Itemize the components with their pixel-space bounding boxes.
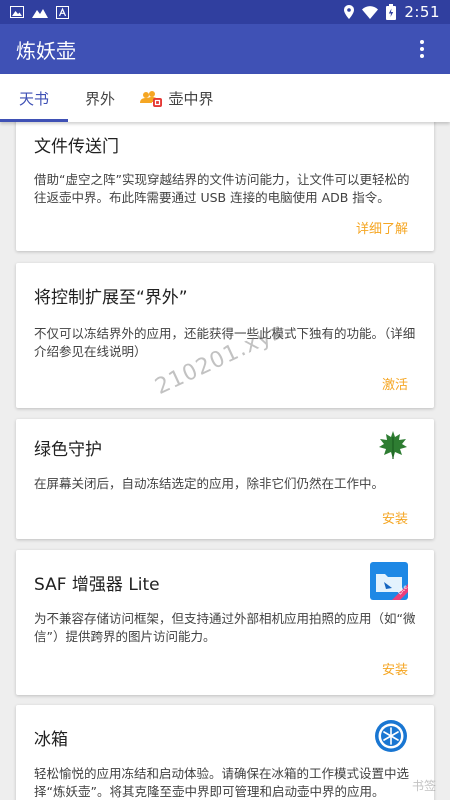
app-bar: 炼妖壶 (0, 24, 450, 74)
tab-jiewai[interactable]: 界外 (68, 74, 132, 122)
card-description: 借助“虚空之阵”实现穿越结界的文件访问能力，让文件可以更轻松的往返壶中界。布此阵… (34, 172, 410, 205)
app-title: 炼妖壶 (16, 38, 76, 63)
saf-folder-icon: Lite (370, 562, 409, 604)
tab-label: 壶中界 (168, 89, 214, 108)
more-vertical-icon[interactable] (410, 31, 434, 67)
snowflake-icon (374, 719, 408, 757)
tab-tianshu[interactable]: 天书 (0, 74, 68, 122)
card-file-portal: 文件传送门 借助“虚空之阵”实现穿越结界的文件访问能力，让文件可以更轻松的往返壶… (16, 122, 434, 251)
learn-more-button[interactable]: 详细了解 (356, 218, 408, 237)
tab-label: 天书 (18, 89, 49, 108)
battery-icon (386, 4, 397, 20)
card-description: 在屏幕关闭后，自动冻结选定的应用，除非它们仍然在工作中。 (34, 476, 385, 491)
card-title: 将控制扩展至“界外” (34, 288, 188, 308)
card-title: 冰箱 (34, 730, 68, 750)
location-icon (344, 5, 355, 19)
card-ice-box: 冰箱 轻松愉悦的应用冻结和启动体验。请确保在冰箱的工作模式设置中选择“炼妖壶”。… (16, 705, 434, 800)
corner-watermark: 书签 (411, 779, 436, 793)
card-title: SAF 增强器 Lite (34, 575, 160, 595)
install-saf-button[interactable]: 安装 (382, 659, 408, 678)
card-saf-enhancer: SAF 增强器 Lite Lite 为不兼容存储访问框架，但支持通过外部相机应用… (16, 550, 434, 695)
tab-huzhongjie[interactable]: 壶中界 (132, 74, 222, 122)
card-greenify: 绿色守护 在屏幕关闭后，自动冻结选定的应用，除非它们仍然在工作中。 安装 (16, 419, 434, 539)
install-greenify-button[interactable]: 安装 (382, 508, 408, 527)
tab-bar: 天书 界外 壶中界 (0, 74, 450, 122)
card-title: 绿色守护 (34, 440, 102, 460)
font-icon (56, 5, 69, 19)
image-icon (10, 6, 24, 18)
card-title: 文件传送门 (34, 137, 119, 157)
card-description: 轻松愉悦的应用冻结和启动体验。请确保在冰箱的工作模式设置中选择“炼妖壶”。将其克… (34, 766, 410, 799)
activate-button[interactable]: 激活 (382, 374, 408, 393)
mountain-icon (32, 6, 48, 18)
card-description: 为不兼容存储访问框架，但支持通过外部相机应用拍照的应用（如“微信”）提供跨界的图… (34, 611, 416, 644)
tab-label: 界外 (84, 89, 115, 108)
card-extend-control: 将控制扩展至“界外” 不仅可以冻结界外的应用，还能获得一些此模式下独有的功能。（… (16, 263, 434, 408)
status-bar: 2:51 (0, 0, 450, 24)
green-leaf-icon (378, 429, 408, 465)
wifi-icon (362, 5, 379, 19)
status-time: 2:51 (404, 3, 440, 21)
card-list[interactable]: 文件传送门 借助“虚空之阵”实现穿越结界的文件访问能力，让文件可以更轻松的往返壶… (0, 122, 450, 800)
shared-profile-icon (140, 89, 163, 107)
